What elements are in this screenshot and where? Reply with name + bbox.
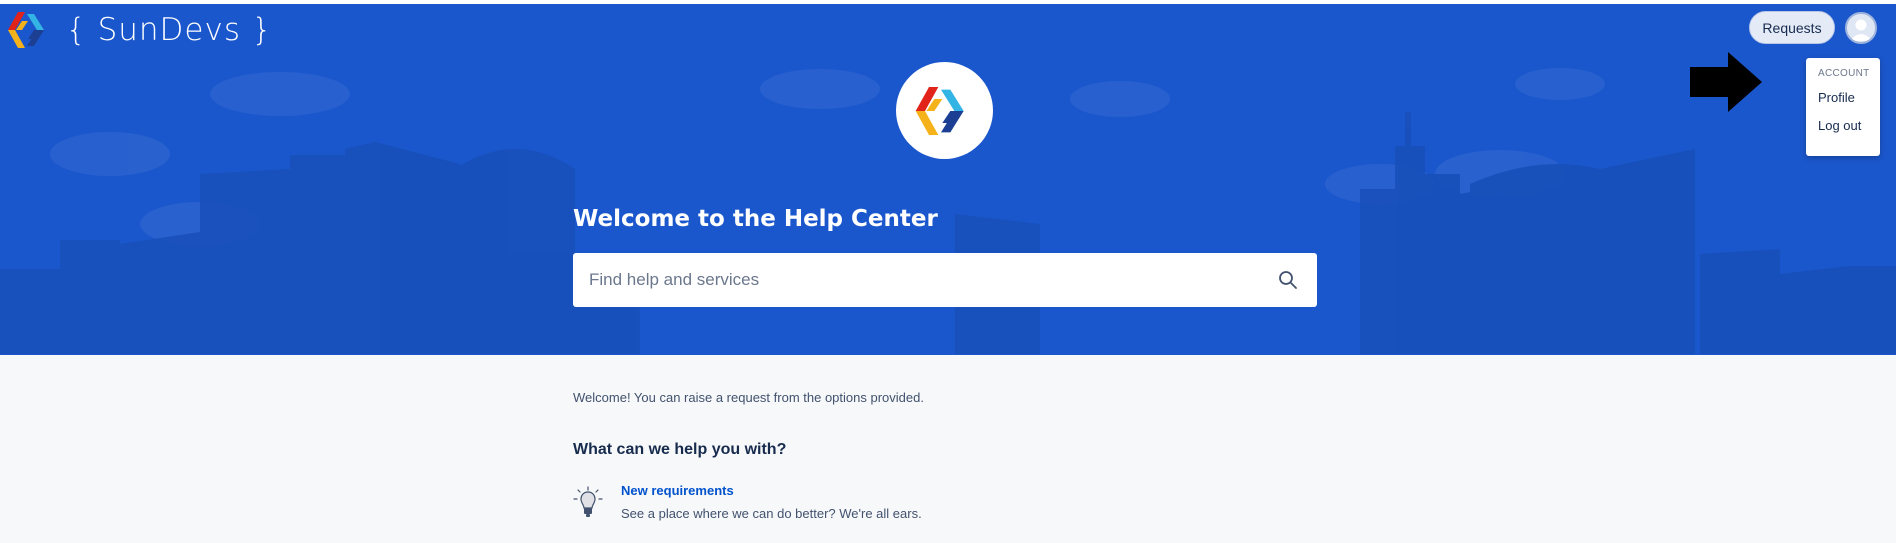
profile-menu-item[interactable]: Profile bbox=[1806, 90, 1880, 105]
lightbulb-icon bbox=[573, 486, 603, 517]
search-box bbox=[573, 253, 1317, 307]
request-type-description: See a place where we can do better? We'r… bbox=[621, 506, 922, 521]
intro-text: Welcome! You can raise a request from th… bbox=[573, 390, 924, 405]
logout-menu-item[interactable]: Log out bbox=[1806, 118, 1880, 133]
help-heading: What can we help you with? bbox=[573, 441, 787, 458]
search-icon[interactable] bbox=[1278, 270, 1298, 290]
user-icon bbox=[1850, 19, 1872, 41]
pointer-arrow-icon bbox=[1690, 52, 1762, 112]
page-title: Welcome to the Help Center bbox=[573, 206, 938, 232]
request-type-new-requirements[interactable]: New requirements bbox=[621, 483, 734, 498]
sundevs-logo-icon bbox=[8, 12, 44, 48]
search-input[interactable] bbox=[573, 253, 1253, 307]
brand-name: { SunDevs } bbox=[66, 12, 273, 48]
requests-button[interactable]: Requests bbox=[1749, 11, 1835, 44]
brand-logo-link[interactable]: { SunDevs } bbox=[8, 9, 273, 51]
user-avatar[interactable] bbox=[1845, 12, 1877, 44]
account-menu-heading: ACCOUNT bbox=[1818, 68, 1870, 79]
help-center-logo bbox=[896, 62, 993, 159]
account-menu: ACCOUNT Profile Log out bbox=[1806, 58, 1880, 156]
sundevs-logo-icon bbox=[915, 86, 964, 135]
